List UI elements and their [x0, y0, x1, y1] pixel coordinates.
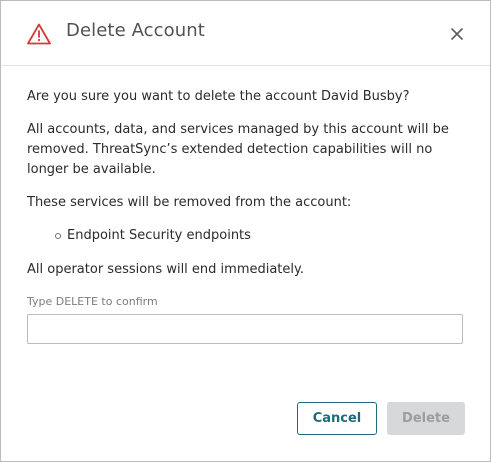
- confirm-delete-input[interactable]: [27, 314, 463, 344]
- cancel-button[interactable]: Cancel: [297, 402, 377, 435]
- warning-triangle-icon: [27, 23, 51, 45]
- delete-account-dialog: Delete Account Are you sure you want to …: [0, 0, 491, 462]
- services-intro: These services will be removed from the …: [27, 195, 352, 210]
- dialog-title: Delete Account: [66, 20, 205, 41]
- confirm-question: Are you sure you want to delete the acco…: [27, 89, 410, 104]
- dialog-header: Delete Account: [1, 1, 490, 66]
- bullet-icon: [55, 233, 61, 239]
- service-label: Endpoint Security endpoints: [67, 228, 251, 243]
- delete-button[interactable]: Delete: [387, 402, 465, 435]
- close-icon[interactable]: [448, 25, 466, 43]
- sessions-note: All operator sessions will end immediate…: [27, 262, 304, 277]
- confirm-field-label: Type DELETE to confirm: [27, 295, 158, 308]
- removal-warning: All accounts, data, and services managed…: [27, 122, 449, 177]
